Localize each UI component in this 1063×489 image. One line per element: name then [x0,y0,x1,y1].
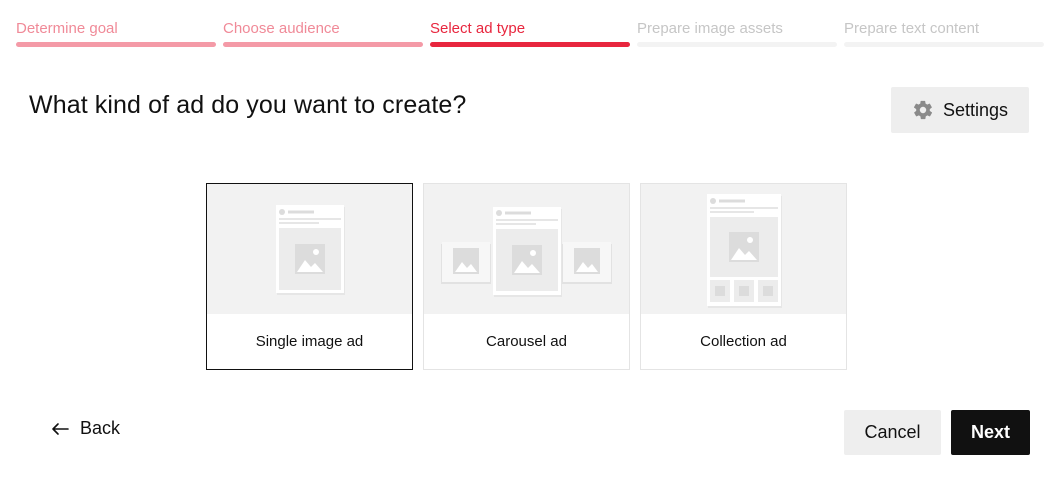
next-button[interactable]: Next [951,410,1030,455]
ad-type-label: Carousel ad [486,333,567,350]
step-label: Determine goal [16,20,118,37]
gear-icon [913,100,933,120]
step-label: Select ad type [430,20,526,37]
step-label: Choose audience [223,20,340,37]
step-label: Prepare image assets [637,20,783,37]
step-progress-bar [637,42,837,47]
settings-label: Settings [942,99,1009,120]
ad-type-label: Collection ad [700,333,787,350]
step-prepare-image-assets: Prepare image assets [637,20,837,47]
step-progress-bar [430,42,630,47]
back-button[interactable]: Back [50,418,120,439]
ad-type-label: Single image ad [255,333,364,350]
page-title: What kind of ad do you want to create? [29,91,467,119]
settings-button[interactable]: Settings [891,87,1029,133]
step-progress-bar [844,42,1044,47]
single-image-ad-graphic [276,205,345,295]
collection-ad-illustration [641,184,846,314]
carousel-ad-illustration [424,184,629,314]
ad-type-card-single-image[interactable]: Single image ad [206,183,413,370]
back-label: Back [80,418,121,438]
step-prepare-text-content: Prepare text content [844,20,1044,47]
step-progress-bar [223,42,423,47]
step-progress-bar [16,42,216,47]
cancel-button[interactable]: Cancel [844,410,941,455]
step-choose-audience[interactable]: Choose audience [223,20,423,47]
ad-type-card-collection[interactable]: Collection ad [640,183,847,370]
progress-stepper: Determine goal Choose audience Select ad… [16,20,1044,47]
carousel-ad-graphic [441,207,612,297]
step-determine-goal[interactable]: Determine goal [16,20,216,47]
step-select-ad-type: Select ad type [430,20,630,47]
arrow-left-icon [52,422,69,435]
single-image-ad-illustration [207,184,412,314]
ad-type-card-carousel[interactable]: Carousel ad [423,183,630,370]
collection-ad-graphic [707,194,782,308]
step-label: Prepare text content [844,20,980,37]
ad-type-options: Single image ad Carousel ad Collection a… [206,183,847,370]
